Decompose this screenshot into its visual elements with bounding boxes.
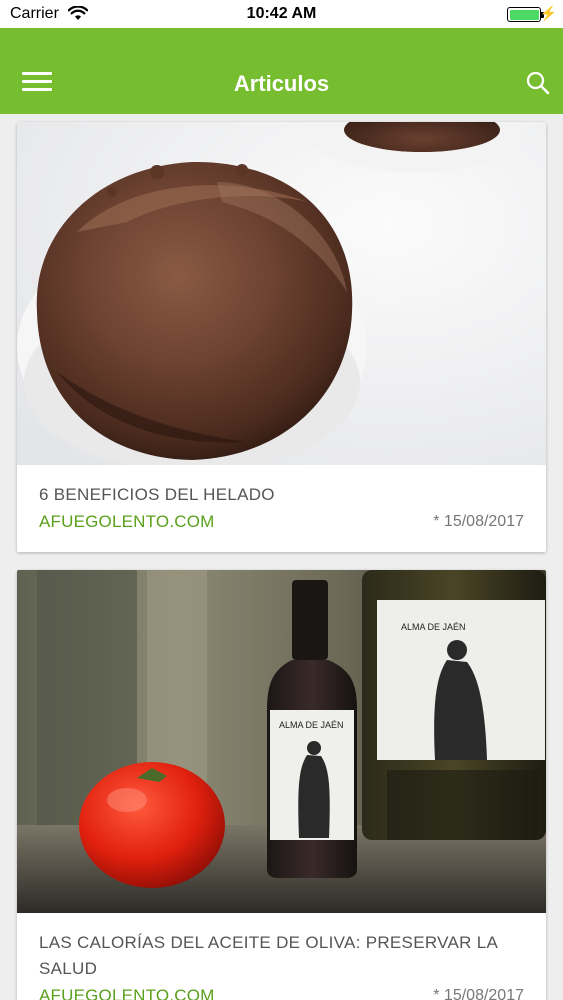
article-title: 6 BENEFICIOS DEL HELADO xyxy=(39,485,275,504)
article-source: AFUEGOLENTO.COM xyxy=(39,512,215,531)
article-date: * 15/08/2017 xyxy=(433,987,524,1000)
article-image xyxy=(17,122,546,465)
article-title: LAS CALORÍAS DEL ACEITE DE OLIVA: PRESER… xyxy=(39,933,498,978)
article-list[interactable]: 6 BENEFICIOS DEL HELADO AFUEGOLENTO.COM … xyxy=(0,114,563,1000)
article-card[interactable]: ALMA DE JAÉN ALMA DE JAÉN LAS CALORÍAS D… xyxy=(17,570,546,1000)
app-bar: Articulos xyxy=(0,28,563,114)
status-bar: Carrier 10:42 AM ⚡ xyxy=(0,0,563,28)
article-image: ALMA DE JAÉN ALMA DE JAÉN xyxy=(17,570,546,913)
battery-icon xyxy=(507,7,541,22)
clock: 10:42 AM xyxy=(246,5,317,22)
page-title: Articulos xyxy=(233,71,330,96)
bottle-label-text: ALMA DE JAÉN xyxy=(401,622,466,632)
bottle-label-text: ALMA DE JAÉN xyxy=(279,720,344,730)
article-date: * 15/08/2017 xyxy=(433,513,524,530)
article-card[interactable]: 6 BENEFICIOS DEL HELADO AFUEGOLENTO.COM … xyxy=(17,122,546,552)
article-source: AFUEGOLENTO.COM xyxy=(39,986,215,1000)
charging-icon: ⚡ xyxy=(539,5,557,21)
search-icon[interactable] xyxy=(525,70,551,96)
